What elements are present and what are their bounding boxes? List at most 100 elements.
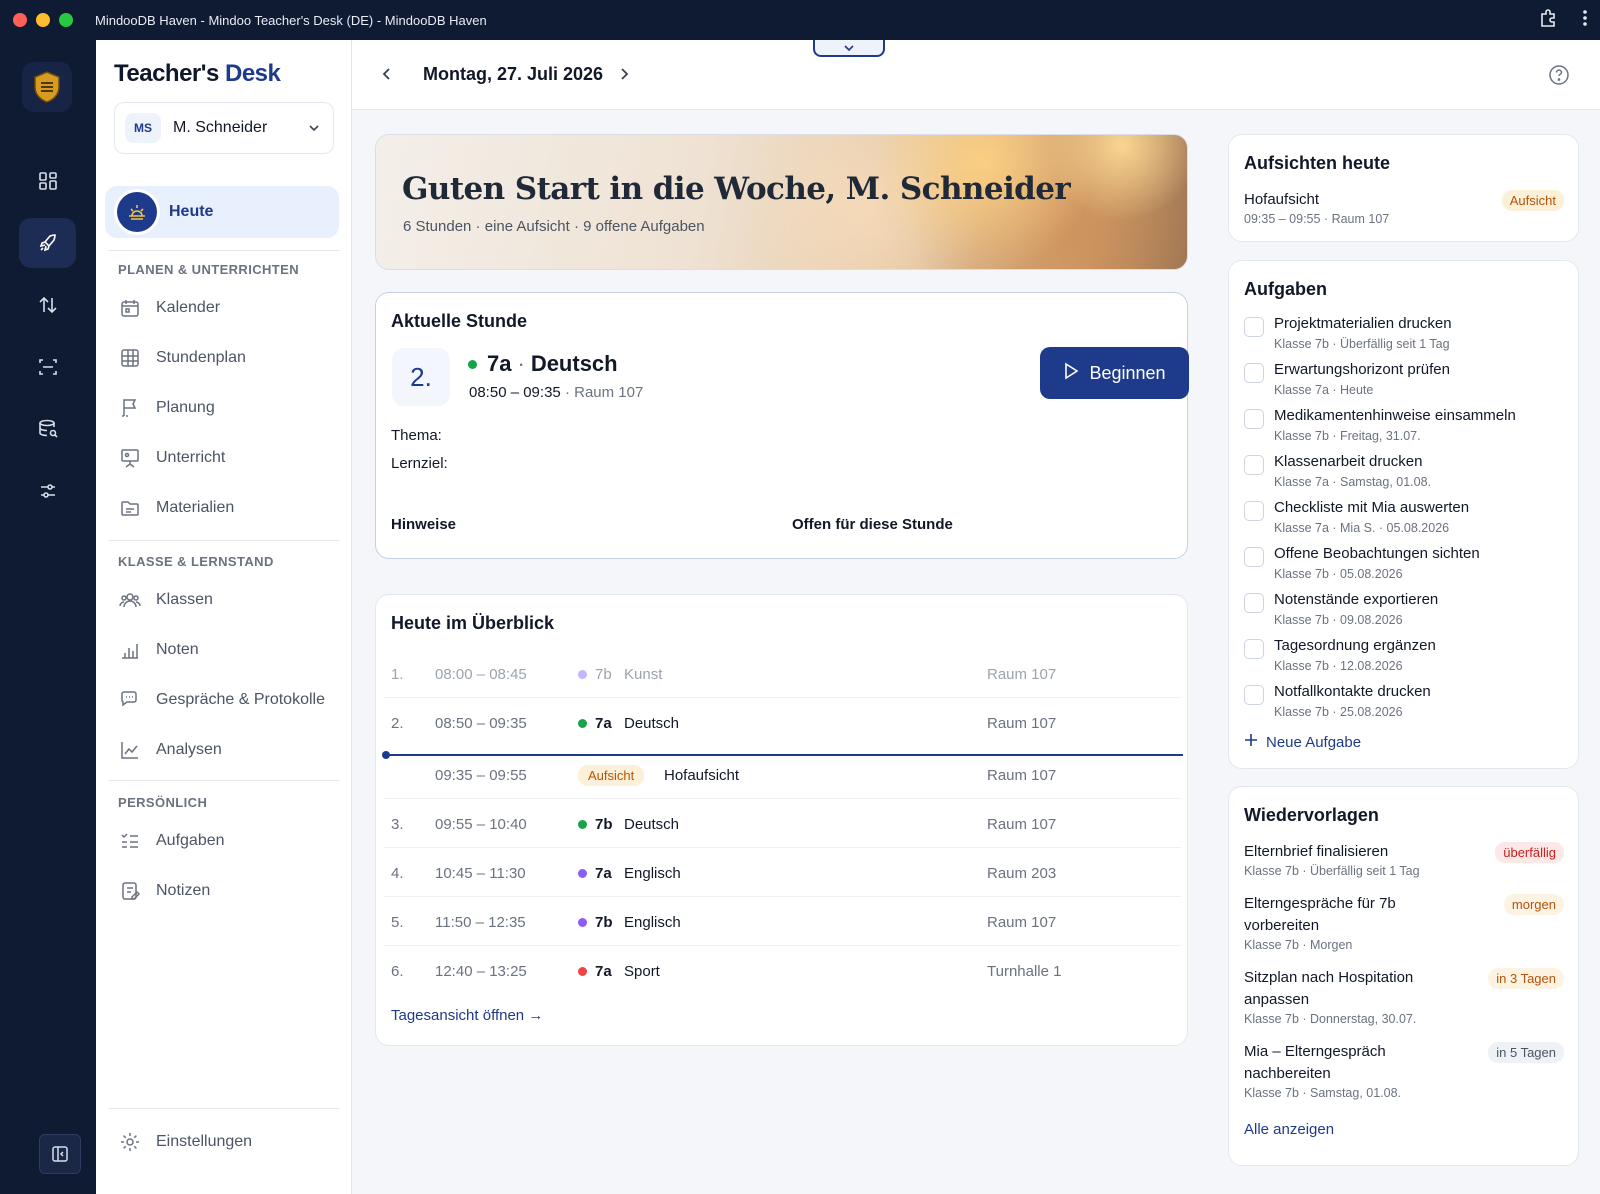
schedule-row-supervision[interactable]: 09:35 – 09:55 Aufsicht Hofaufsicht Raum 1… (384, 751, 1181, 799)
welcome-banner: Guten Start in die Woche, M. Schneider 6… (375, 134, 1188, 270)
followup-sub: Klasse 7b · Morgen (1244, 938, 1353, 952)
task-checkbox[interactable] (1244, 547, 1264, 567)
task-checkbox[interactable] (1244, 639, 1264, 659)
sidebar-item-notizen[interactable]: Notizen (118, 875, 338, 907)
sidebar-item-einstellungen[interactable]: Einstellungen (118, 1126, 338, 1158)
close-window-button[interactable] (13, 13, 27, 27)
task-checkbox[interactable] (1244, 317, 1264, 337)
line-chart-icon (118, 738, 142, 762)
status-badge: Aufsicht (1501, 190, 1564, 211)
card-title: Heute im Überblick (391, 613, 555, 633)
chevron-right-icon[interactable] (617, 64, 631, 89)
more-menu-icon[interactable] (1582, 8, 1588, 28)
sidebar-item-planung[interactable]: Planung (118, 392, 338, 424)
card-title: Aufgaben (1244, 279, 1327, 299)
sidebar-toggle-button[interactable] (39, 1134, 81, 1174)
begin-lesson-button[interactable]: Beginnen (1040, 347, 1189, 399)
followup-title-line2: vorbereiten (1244, 917, 1320, 934)
card-title: Aktuelle Stunde (391, 311, 528, 331)
sunrise-icon (117, 192, 157, 232)
followup-title-line2: nachbereiten (1244, 1065, 1331, 1082)
schedule-row[interactable]: 5. 11:50 – 12:35 7b Englisch Raum 107 (384, 898, 1181, 946)
followup-title[interactable]: Elternbrief finalisieren (1244, 843, 1388, 860)
divider (108, 780, 340, 781)
task-item[interactable]: Medikamentenhinweise einsammeln Klasse 7b… (1244, 407, 1564, 453)
zoom-window-button[interactable] (59, 13, 73, 27)
sidebar-item-gespraeche[interactable]: Gespräche & Protokolle (118, 684, 338, 716)
subject-dot (578, 820, 587, 829)
user-selector[interactable]: MS M. Schneider (114, 102, 334, 154)
schedule-row[interactable]: 1. 08:00 – 08:45 7b Kunst Raum 107 (384, 650, 1181, 698)
sidebar-item-heute[interactable]: Heute (105, 186, 339, 238)
goal-label: Lernziel: (391, 455, 448, 472)
subject-dot (578, 869, 587, 878)
task-checkbox[interactable] (1244, 685, 1264, 705)
task-checkbox[interactable] (1244, 501, 1264, 521)
chat-icon (118, 688, 142, 712)
rail-rocket-icon[interactable] (19, 218, 76, 268)
sidebar-item-stundenplan[interactable]: Stundenplan (118, 342, 338, 374)
task-item[interactable]: Offene Beobachtungen sichten Klasse 7b · … (1244, 545, 1564, 591)
play-icon (1063, 362, 1079, 385)
task-item[interactable]: Notenstände exportieren Klasse 7b · 09.08… (1244, 591, 1564, 637)
sidebar-item-noten[interactable]: Noten (118, 634, 338, 666)
followup-title[interactable]: Sitzplan nach Hospitation (1244, 969, 1413, 986)
schedule-row[interactable]: 3. 09:55 – 10:40 7b Deutsch Raum 107 (384, 800, 1181, 848)
rail-sync-icon[interactable] (19, 280, 76, 330)
sidebar-item-kalender[interactable]: Kalender (118, 292, 338, 324)
supervision-item[interactable]: Hofaufsicht (1244, 191, 1319, 208)
welcome-subtitle: 6 Stunden · eine Aufsicht · 9 offene Auf… (403, 218, 705, 235)
task-item[interactable]: Klassenarbeit drucken Klasse 7a · Samstag… (1244, 453, 1564, 499)
extension-icon[interactable] (1538, 8, 1558, 28)
notes-heading: Hinweise (391, 516, 457, 533)
schedule-row[interactable]: 6. 12:40 – 13:25 7a Sport Turnhalle 1 (384, 947, 1181, 995)
note-icon (118, 879, 142, 903)
sidebar-item-materialien[interactable]: Materialien (118, 492, 338, 524)
window-controls (13, 13, 73, 27)
task-item[interactable]: Projektmaterialien drucken Klasse 7b · Üb… (1244, 315, 1564, 361)
followup-title[interactable]: Elterngespräche für 7b (1244, 895, 1396, 912)
minimize-window-button[interactable] (36, 13, 50, 27)
task-item[interactable]: Erwartungshorizont prüfen Klasse 7a · Heu… (1244, 361, 1564, 407)
task-checkbox[interactable] (1244, 455, 1264, 475)
sidebar-item-unterricht[interactable]: Unterricht (118, 442, 338, 474)
section-title-planen: PLANEN & UNTERRICHTEN (118, 262, 300, 277)
checklist-icon (118, 829, 142, 853)
task-checkbox[interactable] (1244, 363, 1264, 383)
task-item[interactable]: Tagesordnung ergänzen Klasse 7b · 12.08.2… (1244, 637, 1564, 683)
task-item[interactable]: Checkliste mit Mia auswerten Klasse 7a · … (1244, 499, 1564, 545)
status-badge: in 3 Tagen (1488, 968, 1564, 989)
sidebar-item-analysen[interactable]: Analysen (118, 734, 338, 766)
help-icon[interactable] (1548, 64, 1570, 91)
pull-down-tab[interactable] (813, 40, 885, 57)
chevron-left-icon[interactable] (380, 64, 394, 89)
lesson-time: 08:50 – 09:35 · Raum 107 (469, 384, 644, 401)
schedule-row[interactable]: 2. 08:50 – 09:35 7a Deutsch Raum 107 (384, 699, 1181, 747)
rail-database-search-icon[interactable] (19, 404, 76, 454)
show-all-link[interactable]: Alle anzeigen (1244, 1121, 1334, 1138)
divider (108, 1108, 340, 1109)
topic-label: Thema: (391, 427, 442, 444)
tasks-card: Aufgaben Projektmaterialien drucken Klass… (1228, 260, 1579, 769)
status-dot (468, 359, 477, 369)
window-title: MindooDB Haven - Mindoo Teacher's Desk (… (95, 12, 487, 28)
app-logo[interactable] (22, 62, 72, 112)
section-title-persoenlich: PERSÖNLICH (118, 795, 208, 810)
sidebar-item-klassen[interactable]: Klassen (118, 584, 338, 616)
subject-dot (578, 719, 587, 728)
rail-settings-sliders-icon[interactable] (19, 466, 76, 516)
task-item[interactable]: Notfallkontakte drucken Klasse 7b · 25.08… (1244, 683, 1564, 729)
task-checkbox[interactable] (1244, 409, 1264, 429)
new-task-button[interactable]: Neue Aufgabe (1244, 733, 1361, 751)
open-day-view-link[interactable]: Tagesansicht öffnen → (391, 1007, 543, 1024)
rail-dashboard-icon[interactable] (19, 156, 76, 206)
supervision-card: Aufsichten heute Hofaufsicht 09:35 – 09:… (1228, 134, 1579, 242)
subject-dot (578, 967, 587, 976)
open-items-heading: Offen für diese Stunde (792, 516, 953, 533)
sidebar-item-aufgaben[interactable]: Aufgaben (118, 825, 338, 857)
followup-title[interactable]: Mia – Elterngespräch (1244, 1043, 1386, 1060)
divider (108, 250, 340, 251)
rail-scan-icon[interactable] (19, 342, 76, 392)
task-checkbox[interactable] (1244, 593, 1264, 613)
schedule-row[interactable]: 4. 10:45 – 11:30 7a Englisch Raum 203 (384, 849, 1181, 897)
